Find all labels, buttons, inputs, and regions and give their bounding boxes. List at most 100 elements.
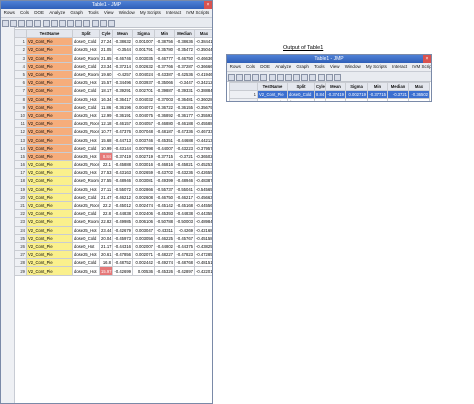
cell-cyle[interactable]: 22.2 <box>99 200 113 211</box>
cell-mean[interactable]: -0.34496 <box>112 78 133 88</box>
table-row[interactable]: 26 V2_Cont_Pie dose0_Hot 21.17 -0.44316 0.002… <box>14 241 212 252</box>
cell-max[interactable]: -0.37957 <box>194 143 212 153</box>
cell-median[interactable]: -0.45168 <box>174 200 195 211</box>
table-row[interactable]: 10 V2_Cont_Pie dose25_Hot 12.99 -0.36191 0.00… <box>14 110 212 121</box>
table-row[interactable]: 25 V2_Cont_Pie dose0_Cold 20.04 -0.45973 0.00… <box>14 233 212 243</box>
cell-name[interactable]: V2_Cont_Pie <box>26 45 73 55</box>
cell-min[interactable]: -0.46777 <box>154 53 175 63</box>
toolbar-button-icon[interactable] <box>235 74 243 81</box>
cell-sigma[interactable]: 0.002442 <box>132 258 155 268</box>
cell-max[interactable]: -0.38441 <box>194 37 212 47</box>
cell-split[interactable]: dose0_Cold <box>72 61 100 71</box>
menu-item[interactable]: IVM Scripts <box>184 9 212 17</box>
toolbar-button-icon[interactable] <box>276 74 284 81</box>
menu-item[interactable]: Cols <box>17 9 31 17</box>
cell-name[interactable]: V2_Cont_Pie <box>257 98 288 101</box>
cell-cyle[interactable]: 11.86 <box>99 102 113 112</box>
cell-cyle[interactable]: 22.8 <box>99 209 113 219</box>
row-number[interactable]: 9 <box>14 102 27 112</box>
cell-name[interactable]: V2_Cont_Pie <box>26 241 73 252</box>
toolbar-button-icon[interactable] <box>284 74 292 81</box>
cell-min[interactable]: -0.37715 <box>367 90 388 100</box>
table-row[interactable]: 22 V2_Cont_Pie dose0_Cold 22.8 -0.44838 0.002… <box>14 209 212 219</box>
cell-cyle[interactable]: 10.77 <box>99 127 113 137</box>
cell-mean[interactable]: -0.36417 <box>112 94 133 104</box>
cell-cyle[interactable]: 21.85 <box>99 53 113 63</box>
cell-sigma[interactable]: 0.007998 <box>132 143 155 153</box>
cell-max[interactable]: -0.45588 <box>194 119 212 129</box>
column-header[interactable]: Cyle <box>314 81 326 92</box>
cell-mean[interactable]: -0.37419 <box>325 90 346 100</box>
cell-name[interactable]: V2_Cont_Pie <box>26 168 73 178</box>
cell-split[interactable]: dose25_Hot <box>72 110 100 121</box>
toolbar-button-icon[interactable] <box>334 74 342 81</box>
toolbar-button-icon[interactable] <box>91 20 99 27</box>
cell-min[interactable]: -0.38756 <box>154 37 175 47</box>
cell-sigma[interactable]: 0.001791 <box>132 45 155 55</box>
cell-sigma[interactable]: 0.006106 <box>132 217 155 227</box>
cell-split[interactable]: dose0_Cold <box>72 209 100 219</box>
cell-mean[interactable]: -0.55072 <box>112 184 133 194</box>
cell-mean[interactable]: -0.44316 <box>112 241 133 252</box>
cell-median[interactable]: -0.43236 <box>174 168 195 178</box>
table-row[interactable]: 11 V2_Cont_Pie dose25_Room 12.18 -0.46157 0.0… <box>14 119 212 129</box>
cell-max[interactable]: -0.48151 <box>194 258 212 268</box>
cell-sigma[interactable]: 0.002632 <box>132 61 155 71</box>
toolbar-button-icon[interactable] <box>252 74 260 81</box>
table-row[interactable]: 4 V2_Cont_Pie dose0_Cold 23.34 -0.37214 0.002… <box>14 61 212 71</box>
toolbar-button-icon[interactable] <box>67 20 75 27</box>
column-header[interactable]: Min <box>154 28 175 39</box>
cell-cyle[interactable]: 22.1 <box>99 159 113 170</box>
cell-cyle[interactable]: 8.84 <box>314 90 326 100</box>
cell-min[interactable]: -0.43702 <box>154 168 175 178</box>
table-row[interactable]: 2V2_Cont_Piedose25_Hot15.97-0.426990.005… <box>229 98 430 101</box>
cell-cyle[interactable]: 22.82 <box>99 217 113 227</box>
cell-mean[interactable]: -0.39291 <box>112 86 133 96</box>
cell-median[interactable]: -0.46750 <box>174 53 195 63</box>
cell-split[interactable]: dose25_Hot <box>72 266 100 276</box>
cell-split[interactable]: dose25_Hot <box>72 184 100 194</box>
cell-min[interactable]: -0.45326 <box>367 98 388 101</box>
toolbar-button-icon[interactable] <box>243 74 251 81</box>
table-row[interactable]: 1 V2_Cont_Pie dose0_Cold 8.84 -0.37419 0.0027… <box>229 90 430 100</box>
cell-split[interactable]: dose0_Room <box>72 53 100 63</box>
cell-sigma[interactable]: 0.004075 <box>132 110 155 121</box>
cell-median[interactable]: -0.50003 <box>174 217 195 227</box>
cell-name[interactable]: V2_Cont_Pie <box>26 127 73 137</box>
cell-sigma[interactable]: 0.007048 <box>132 127 155 137</box>
cell-sigma[interactable]: 0.002701 <box>132 86 155 96</box>
cell-cyle[interactable]: 10.99 <box>99 143 113 153</box>
cell-sigma[interactable]: 0.002719 <box>132 151 155 162</box>
table-row[interactable]: 3 V2_Cont_Pie dose0_Room 21.85 -0.46746 0.003… <box>14 53 212 63</box>
cell-median[interactable]: -0.38636 <box>174 37 195 47</box>
cell-max[interactable]: -0.41946 <box>194 69 212 80</box>
cell-name[interactable]: V2_Cont_Pie <box>26 69 73 80</box>
column-header[interactable]: Split <box>72 28 100 39</box>
row-number[interactable]: 4 <box>14 61 27 71</box>
cell-split[interactable]: dose0_Cold <box>72 192 100 202</box>
cell-sigma[interactable]: 0.003746 <box>132 135 155 145</box>
cell-median[interactable]: -0.45821 <box>174 159 195 170</box>
cell-mean[interactable]: -0.46746 <box>112 53 133 63</box>
menu-item[interactable]: Rows <box>1 9 17 17</box>
menu-item[interactable]: Cols <box>243 63 257 71</box>
menu-item[interactable]: Window <box>342 63 363 71</box>
cell-split[interactable]: dose25_Room <box>72 200 100 211</box>
cell-sigma[interactable]: 0.002406 <box>132 209 155 219</box>
cell-mean[interactable]: -0.46212 <box>112 192 133 202</box>
cell-sigma[interactable]: 0.003047 <box>132 225 155 235</box>
table-row[interactable]: 17 V2_Cont_Pie dose25_Hot 27.53 -0.43163 0.00… <box>14 168 212 178</box>
row-number[interactable]: 3 <box>14 53 27 63</box>
cell-sigma[interactable]: 0.004057 <box>132 119 155 129</box>
cell-min[interactable]: -0.45393 <box>154 209 175 219</box>
row-number[interactable]: 28 <box>14 258 27 268</box>
cell-median[interactable]: -0.43223 <box>174 143 195 153</box>
cell-name[interactable]: V2_Cont_Pie <box>26 102 73 112</box>
cell-median[interactable]: -0.46217 <box>174 192 195 202</box>
cell-cyle[interactable]: 21.47 <box>99 192 113 202</box>
cell-max[interactable]: -0.38884 <box>194 86 212 96</box>
menu-item[interactable]: Graph <box>294 63 312 71</box>
column-header[interactable]: Max <box>408 81 430 92</box>
cell-name[interactable]: V2_Cont_Pie <box>26 37 73 47</box>
row-number[interactable]: 13 <box>14 135 27 145</box>
